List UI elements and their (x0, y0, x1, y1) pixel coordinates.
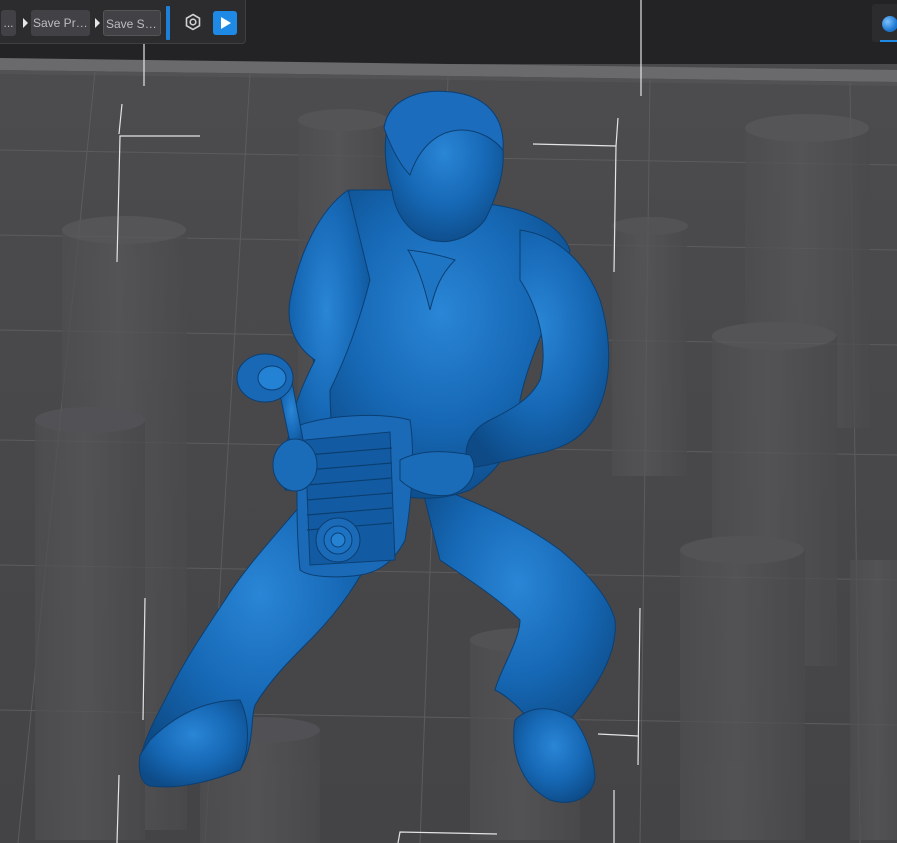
workflow-step-1[interactable]: ... (1, 10, 16, 36)
play-icon (221, 17, 231, 29)
view-mode-button[interactable] (872, 4, 897, 42)
chevron-right-icon (23, 18, 28, 28)
save-slice-button[interactable]: Save Slice (103, 10, 161, 36)
slicer-app: ... Save Pro... Save Slice (0, 0, 897, 843)
build-plate-viewport[interactable] (0, 0, 897, 843)
start-slicing-button[interactable] (213, 11, 237, 35)
active-step-indicator (166, 6, 170, 40)
save-project-button[interactable]: Save Pro... (31, 10, 90, 36)
sphere-icon (882, 16, 897, 32)
chevron-right-icon (95, 18, 100, 28)
active-view-indicator (880, 40, 897, 42)
settings-icon[interactable] (184, 13, 202, 31)
slice-toolbar: ... Save Pro... Save Slice (0, 0, 246, 44)
